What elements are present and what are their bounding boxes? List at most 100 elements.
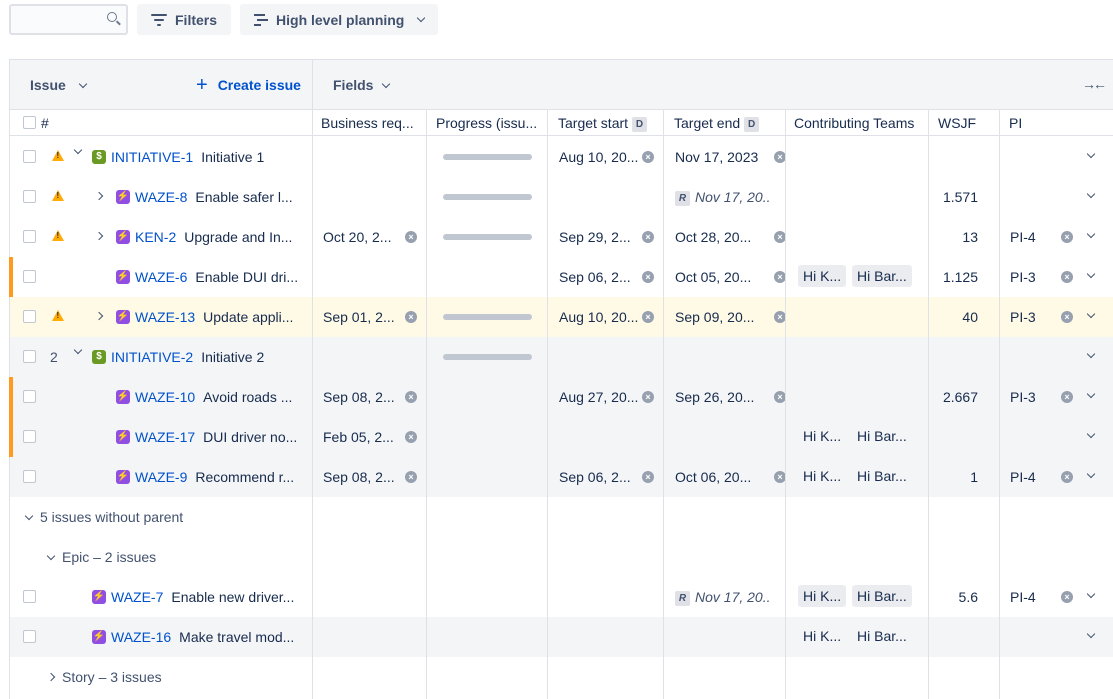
team-chip[interactable]: Hi K...	[798, 265, 847, 287]
pi-value[interactable]: PI-4	[1010, 469, 1036, 485]
chevron-down-icon[interactable]	[1086, 389, 1096, 399]
target-start-value[interactable]: Sep 06, 2...	[559, 469, 641, 485]
search-input[interactable]	[9, 4, 128, 35]
table-row[interactable]: ⚡ WAZE-6 Enable DUI dri... Sep 06, 2... × Oct…	[9, 257, 1113, 297]
pi-value[interactable]: PI-4	[1010, 229, 1036, 245]
clear-icon[interactable]: ×	[1061, 471, 1073, 483]
collapse-fields-icon[interactable]: →←	[1082, 76, 1107, 92]
business-date-value[interactable]: Sep 01, 2...	[323, 309, 403, 325]
team-chip[interactable]: Hi K...	[798, 625, 846, 647]
chevron-down-icon[interactable]	[1086, 149, 1096, 159]
issue-key-link[interactable]: WAZE-7	[111, 589, 163, 605]
chevron-down-icon[interactable]	[1086, 309, 1096, 319]
column-header-target-end[interactable]: Target end D	[674, 115, 760, 132]
row-checkbox[interactable]	[23, 270, 36, 283]
team-chip[interactable]: Hi K...	[798, 425, 846, 447]
row-checkbox[interactable]	[23, 310, 36, 323]
issue-key-link[interactable]: WAZE-6	[135, 269, 187, 285]
target-start-value[interactable]: Sep 29, 2...	[559, 229, 641, 245]
clear-icon[interactable]: ×	[1061, 311, 1073, 323]
pi-value[interactable]: PI-3	[1010, 389, 1036, 405]
table-row[interactable]: ⚡ WAZE-16 Make travel mod... Hi K... Hi Bar.…	[10, 617, 1113, 657]
issue-column-menu[interactable]: Issue	[30, 77, 88, 93]
issue-key-link[interactable]: WAZE-17	[135, 429, 195, 445]
column-header-business[interactable]: Business req...	[321, 115, 414, 131]
row-checkbox[interactable]	[23, 390, 36, 403]
chevron-down-icon[interactable]	[1086, 349, 1096, 359]
row-checkbox[interactable]	[23, 230, 36, 243]
table-row[interactable]: ⚡ WAZE-10 Avoid roads ... Sep 08, 2... × Aug …	[9, 377, 1113, 417]
wsjf-value[interactable]: 1.571	[928, 189, 978, 205]
target-end-value[interactable]: R Nov 17, 20...	[675, 189, 770, 206]
target-start-value[interactable]: Aug 10, 20...	[559, 149, 641, 165]
column-header-pi[interactable]: PI	[1009, 115, 1022, 131]
table-row[interactable]: ⚡ WAZE-17 DUI driver no... Feb 05, 2... × Hi …	[9, 417, 1113, 457]
target-start-value[interactable]: Aug 10, 20...	[559, 309, 641, 325]
table-row[interactable]: 2 $ INITIATIVE-2 Initiative 2	[10, 337, 1113, 377]
target-end-value[interactable]: Sep 26, 20...	[675, 389, 770, 405]
clear-icon[interactable]: ×	[405, 391, 417, 403]
wsjf-value[interactable]: 5.6	[928, 589, 978, 605]
filters-button[interactable]: Filters	[137, 4, 232, 35]
group-epic[interactable]: Epic – 2 issues	[10, 537, 1113, 577]
issue-key-link[interactable]: WAZE-9	[135, 469, 187, 485]
target-end-value[interactable]: Nov 17, 2023	[675, 149, 770, 165]
chevron-down-icon[interactable]	[1086, 429, 1096, 439]
table-row[interactable]: ⚡KEN-2Upgrade and In...Oct 20, 2...×Sep …	[10, 217, 1113, 257]
pi-value[interactable]: PI-4	[1010, 589, 1036, 605]
row-checkbox[interactable]	[23, 190, 36, 203]
team-chip[interactable]: Hi Bar...	[852, 625, 912, 647]
clear-icon[interactable]: ×	[1061, 271, 1073, 283]
clear-icon[interactable]: ×	[642, 391, 654, 403]
chevron-right-icon[interactable]	[94, 231, 104, 241]
clear-icon[interactable]: ×	[642, 311, 654, 323]
clear-icon[interactable]: ×	[642, 231, 654, 243]
team-chip[interactable]: Hi Bar...	[852, 425, 912, 447]
team-chip[interactable]: Hi K...	[798, 465, 846, 487]
business-date-value[interactable]: Oct 20, 2...	[323, 229, 403, 245]
clear-icon[interactable]: ×	[405, 311, 417, 323]
column-header-wsjf[interactable]: WSJF	[938, 115, 976, 131]
table-row[interactable]: ⚡ WAZE-9 Recommend r... Sep 08, 2... × Sep 06…	[10, 457, 1113, 497]
group-no-parent[interactable]: 5 issues without parent	[10, 497, 1113, 537]
target-start-value[interactable]: Sep 06, 2...	[559, 269, 641, 285]
chevron-down-icon[interactable]	[1086, 469, 1096, 479]
target-end-value[interactable]: Oct 05, 20...	[675, 269, 770, 285]
clear-icon[interactable]: ×	[642, 271, 654, 283]
wsjf-value[interactable]: 1	[928, 469, 978, 485]
target-end-value[interactable]: Sep 09, 20...	[675, 309, 770, 325]
wsjf-value[interactable]: 1.125	[928, 269, 978, 285]
pi-value[interactable]: PI-3	[1010, 309, 1036, 325]
issue-key-link[interactable]: KEN-2	[135, 229, 176, 245]
chevron-down-icon[interactable]	[1086, 629, 1096, 639]
wsjf-value[interactable]: 13	[928, 229, 978, 245]
issue-key-link[interactable]: WAZE-16	[111, 629, 171, 645]
wsjf-value[interactable]: 2.667	[928, 389, 978, 405]
target-start-value[interactable]: Aug 27, 20...	[559, 389, 641, 405]
view-selector-button[interactable]: High level planning	[240, 4, 439, 35]
chevron-right-icon[interactable]	[94, 191, 104, 201]
business-date-value[interactable]: Sep 08, 2...	[323, 469, 403, 485]
row-checkbox[interactable]	[23, 630, 36, 643]
row-checkbox[interactable]	[23, 470, 36, 483]
column-header-teams[interactable]: Contributing Teams	[794, 115, 914, 131]
table-row[interactable]: $ INITIATIVE-1 Initiative 1 Aug 10, 20...× N…	[10, 137, 1113, 177]
create-issue-button[interactable]: + Create issue	[196, 75, 301, 95]
issue-key-link[interactable]: INITIATIVE-2	[111, 349, 193, 365]
column-header-target-start[interactable]: Target start D	[558, 115, 648, 132]
issue-key-link[interactable]: INITIATIVE-1	[111, 149, 193, 165]
clear-icon[interactable]: ×	[1061, 231, 1073, 243]
target-end-value[interactable]: R Nov 17, 20...	[675, 589, 770, 606]
business-date-value[interactable]: Sep 08, 2...	[323, 389, 403, 405]
chevron-down-icon[interactable]	[1086, 229, 1096, 239]
row-checkbox[interactable]	[23, 430, 36, 443]
chevron-down-icon[interactable]	[73, 145, 83, 155]
clear-icon[interactable]: ×	[405, 231, 417, 243]
wsjf-value[interactable]: 40	[928, 309, 978, 325]
chevron-down-icon[interactable]	[1086, 189, 1096, 199]
target-end-value[interactable]: Oct 06, 20...	[675, 469, 770, 485]
group-no-parent-label[interactable]: 5 issues without parent	[24, 509, 183, 525]
row-checkbox[interactable]	[23, 350, 36, 363]
target-end-value[interactable]: Oct 28, 20...	[675, 229, 770, 245]
team-chip[interactable]: Hi Bar...	[852, 465, 912, 487]
